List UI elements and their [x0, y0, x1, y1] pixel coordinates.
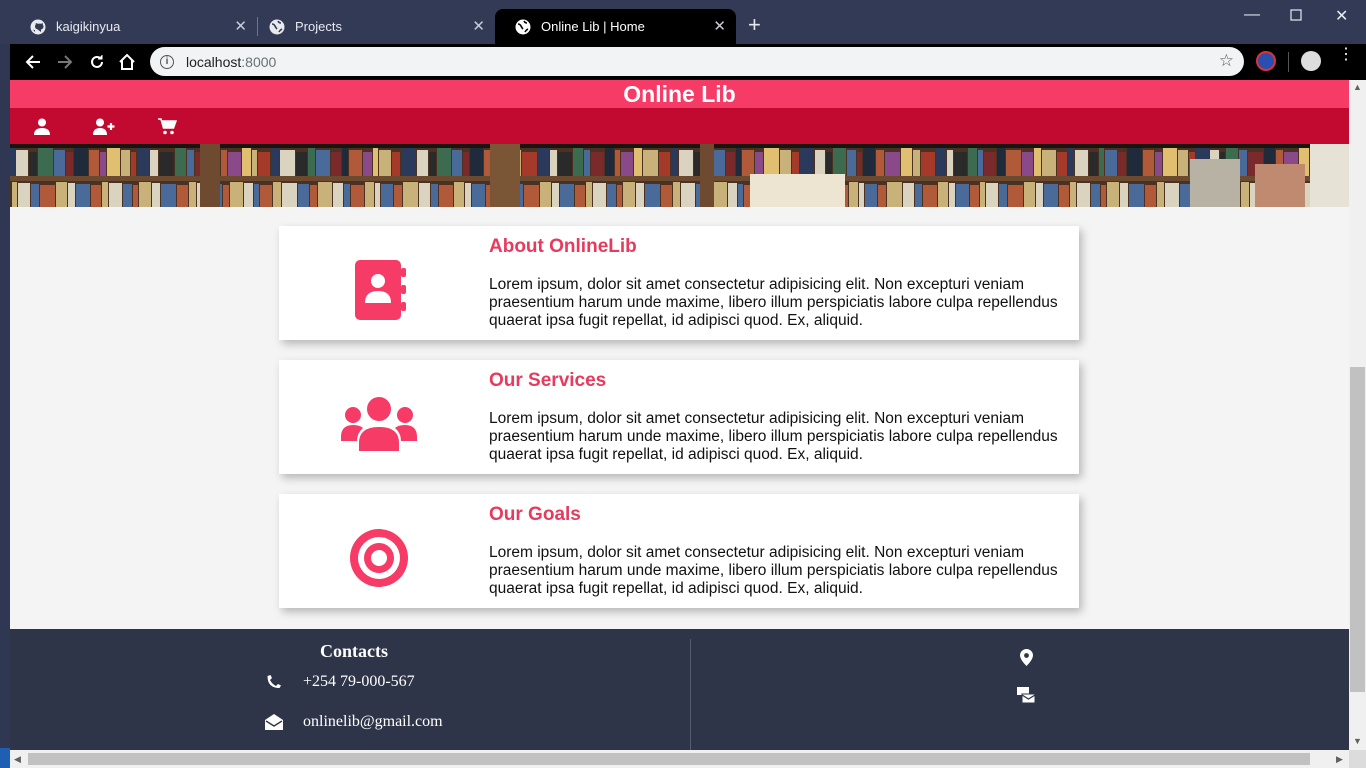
card-title: Our Goals: [489, 504, 581, 525]
globe-icon: [515, 19, 531, 35]
toolbar-divider: [1288, 52, 1289, 72]
card-text: Lorem ipsum, dolor sit amet consectetur …: [489, 410, 1058, 463]
menu-dots-icon[interactable]: ⋮: [1338, 47, 1354, 63]
footer-divider: [690, 639, 691, 750]
scrollbar-corner: [1349, 750, 1366, 768]
card-goals: Our Goals Lorem ipsum, dolor sit amet co…: [279, 494, 1079, 608]
tab-strip: kaigikinyua ✕ Projects ✕ Online Lib | Ho…: [0, 0, 1366, 44]
url-text: localhost:8000: [186, 53, 277, 70]
tab-title: kaigikinyua: [56, 19, 121, 34]
card-text: Lorem ipsum, dolor sit amet consectetur …: [489, 544, 1058, 597]
tab-kaigikinyua[interactable]: kaigikinyua ✕: [10, 9, 257, 44]
page-viewport: Online Lib About OnlineLib Lorem ipsum, …: [10, 80, 1349, 750]
tab-online-lib[interactable]: Online Lib | Home ✕: [495, 9, 736, 44]
target-icon: [339, 526, 419, 590]
scroll-down-arrow-icon[interactable]: ▼: [1353, 736, 1362, 746]
site-footer: Contacts +254 79-000-567 onlinelib@gmail…: [10, 629, 1349, 750]
vertical-scrollbar[interactable]: ▲ ▼: [1349, 80, 1366, 750]
browser-toolbar: i localhost:8000 ☆ ⋮: [10, 44, 1366, 80]
globe-icon: [269, 19, 285, 35]
card-text: Lorem ipsum, dolor sit amet consectetur …: [489, 276, 1058, 329]
home-icon[interactable]: [116, 51, 138, 73]
close-tab-icon[interactable]: ✕: [713, 17, 726, 35]
contact-email: onlinelib@gmail.com: [265, 713, 443, 731]
contact-phone: +254 79-000-567: [265, 673, 415, 691]
scroll-left-arrow-icon[interactable]: ◀: [14, 754, 21, 765]
browser-window: kaigikinyua ✕ Projects ✕ Online Lib | Ho…: [0, 0, 1366, 768]
tab-title: Online Lib | Home: [541, 19, 645, 34]
close-window-icon[interactable]: ✕: [1335, 6, 1348, 26]
extension-icon[interactable]: [1256, 51, 1276, 71]
user-plus-icon[interactable]: [93, 116, 115, 136]
minimize-icon[interactable]: —: [1244, 6, 1260, 24]
bookshelf-image: [10, 144, 1349, 207]
maximize-icon[interactable]: [1290, 6, 1302, 26]
forward-arrow-icon[interactable]: [54, 51, 76, 73]
phone-icon: [265, 673, 283, 691]
bookmark-star-icon[interactable]: ☆: [1219, 51, 1234, 71]
reload-icon[interactable]: [86, 51, 108, 73]
window-border: [0, 80, 10, 768]
site-title: Online Lib: [10, 80, 1349, 108]
taskbar-edge: [0, 748, 10, 768]
address-bar[interactable]: i localhost:8000 ☆: [150, 47, 1244, 76]
new-tab-plus-icon[interactable]: +: [748, 14, 761, 36]
back-arrow-icon[interactable]: [22, 51, 44, 73]
scroll-up-arrow-icon[interactable]: ▲: [1353, 82, 1362, 92]
bookshelf-banner: [10, 144, 1349, 207]
contacts-title: Contacts: [320, 641, 388, 661]
horizontal-scroll-thumb[interactable]: [28, 753, 1310, 765]
envelope-open-icon: [265, 713, 283, 731]
site-info-icon[interactable]: i: [160, 54, 174, 69]
close-tab-icon[interactable]: ✕: [234, 17, 247, 35]
card-services: Our Services Lorem ipsum, dolor sit amet…: [279, 360, 1079, 474]
tab-title: Projects: [295, 19, 342, 34]
scroll-right-arrow-icon[interactable]: ▶: [1336, 754, 1343, 765]
card-title: Our Services: [489, 370, 607, 391]
profile-avatar-icon[interactable]: [1301, 51, 1321, 71]
tab-projects[interactable]: Projects ✕: [249, 9, 495, 44]
info-cards: About OnlineLib Lorem ipsum, dolor sit a…: [279, 226, 1079, 628]
site-nav-bar: [10, 108, 1349, 144]
user-icon[interactable]: [31, 116, 53, 136]
github-icon: [30, 19, 46, 35]
users-icon: [339, 392, 419, 456]
location-pin-icon: [1017, 648, 1035, 666]
mail-bulk-icon: [1017, 686, 1035, 704]
address-book-icon: [339, 258, 419, 322]
vertical-scroll-thumb[interactable]: [1350, 367, 1365, 692]
cart-icon[interactable]: [156, 116, 178, 136]
card-about: About OnlineLib Lorem ipsum, dolor sit a…: [279, 226, 1079, 340]
horizontal-scrollbar[interactable]: ◀ ▶: [10, 750, 1349, 768]
card-title: About OnlineLib: [489, 236, 637, 257]
close-tab-icon[interactable]: ✕: [472, 17, 485, 35]
